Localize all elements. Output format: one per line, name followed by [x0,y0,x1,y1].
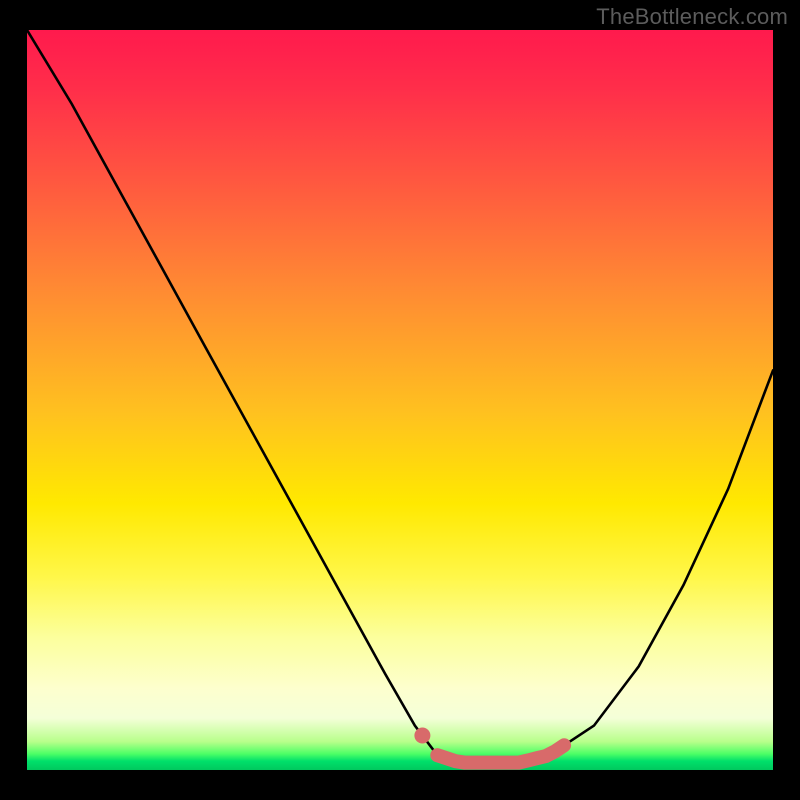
optimal-point-marker [414,728,430,744]
bottleneck-curves [27,30,773,770]
optimal-range-highlight [437,745,564,762]
chart-stage: TheBottleneck.com [0,0,800,800]
watermark-label: TheBottleneck.com [596,4,788,30]
plot-frame [27,30,773,770]
bottleneck-curve-line [27,30,773,763]
